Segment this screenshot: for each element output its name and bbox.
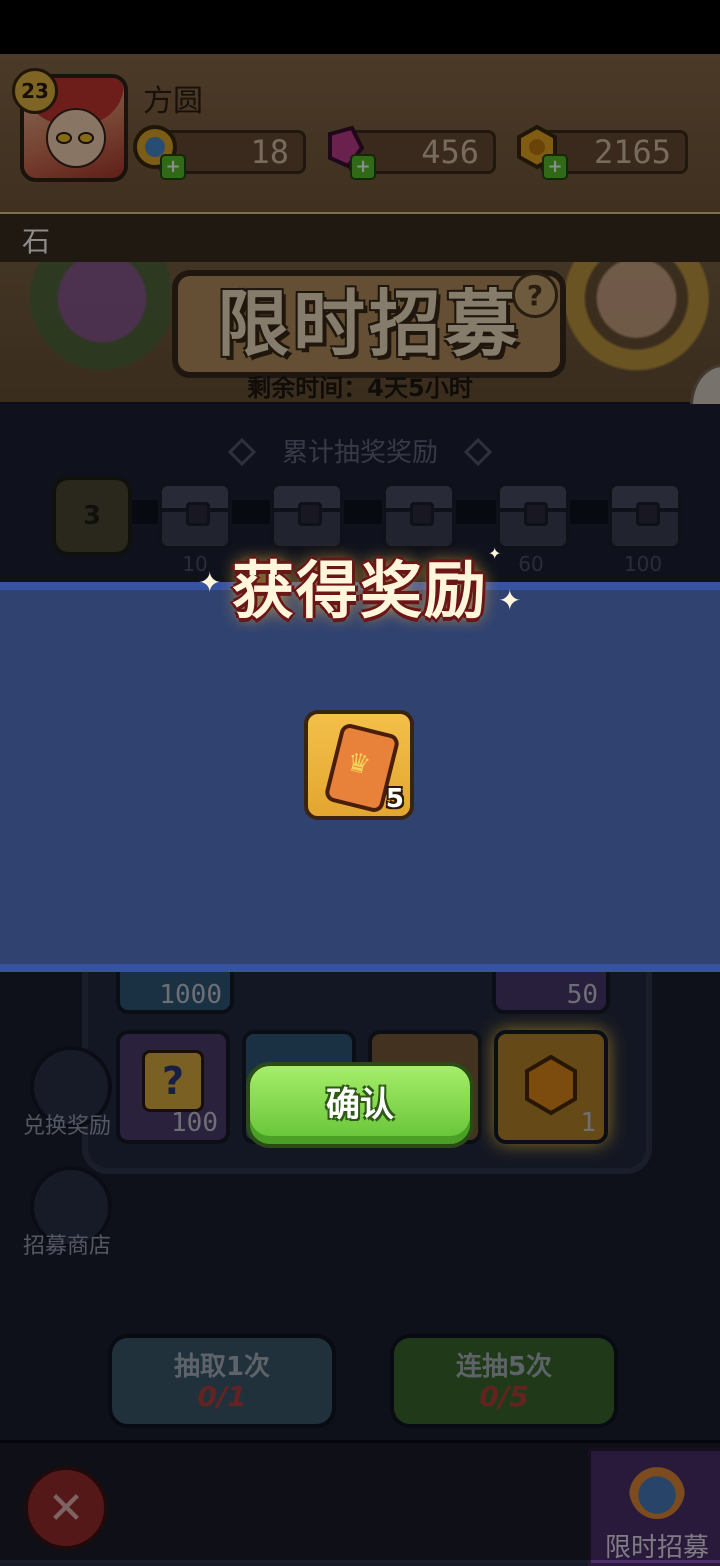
crown-icon: ♛ [343, 746, 374, 782]
reward-item-count: 5 [385, 784, 404, 814]
reward-dialog-title: 获得奖励 [231, 554, 488, 627]
reward-item-slot[interactable]: ♛ 5 [304, 710, 414, 820]
sparkle-icon: ✦ [488, 544, 502, 563]
sparkle-icon: ✦ [498, 584, 522, 617]
confirm-button[interactable]: 确认 [246, 1062, 474, 1148]
sparkle-icon: ✦ [198, 566, 222, 599]
confirm-label: 确认 [326, 1085, 394, 1125]
